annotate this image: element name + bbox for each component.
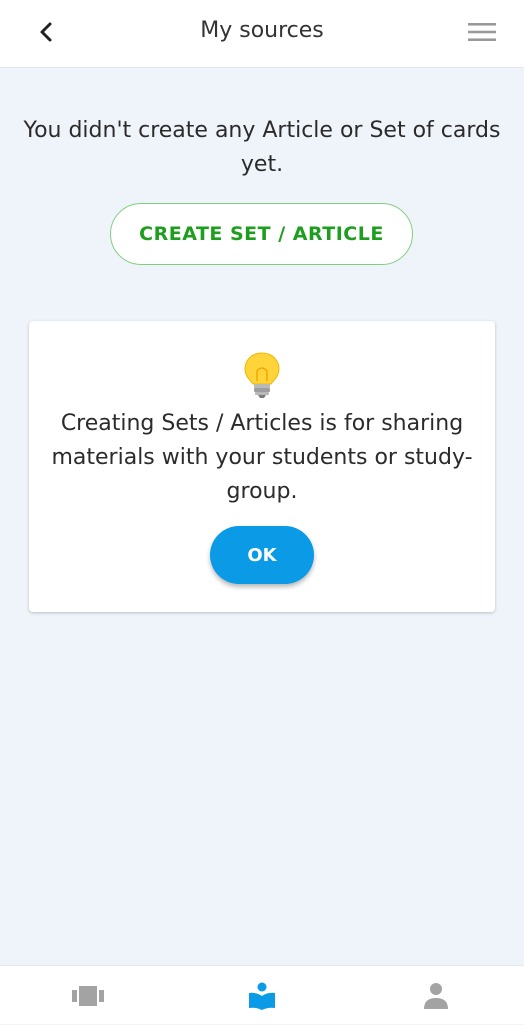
nav-profile-tab[interactable] — [386, 966, 486, 1025]
page-title: My sources — [200, 18, 324, 43]
nav-cards-tab[interactable] — [38, 966, 138, 1025]
hamburger-menu-icon — [468, 23, 496, 41]
ok-button[interactable]: OK — [210, 526, 314, 584]
top-app-bar: My sources — [0, 0, 524, 68]
reading-book-icon — [249, 982, 275, 1010]
menu-button[interactable] — [466, 17, 498, 47]
create-set-article-button[interactable]: CREATE SET / ARTICLE — [110, 203, 413, 265]
tip-card: Creating Sets / Articles is for sharing … — [29, 321, 495, 612]
person-icon — [424, 982, 448, 1009]
cards-stack-icon — [72, 985, 104, 1006]
nav-sources-tab[interactable] — [212, 966, 312, 1025]
tip-text: Creating Sets / Articles is for sharing … — [51, 411, 473, 504]
bottom-navigation — [0, 965, 524, 1024]
empty-state-message: You didn't create any Article or Set of … — [23, 118, 501, 177]
lightbulb-icon — [244, 352, 280, 398]
